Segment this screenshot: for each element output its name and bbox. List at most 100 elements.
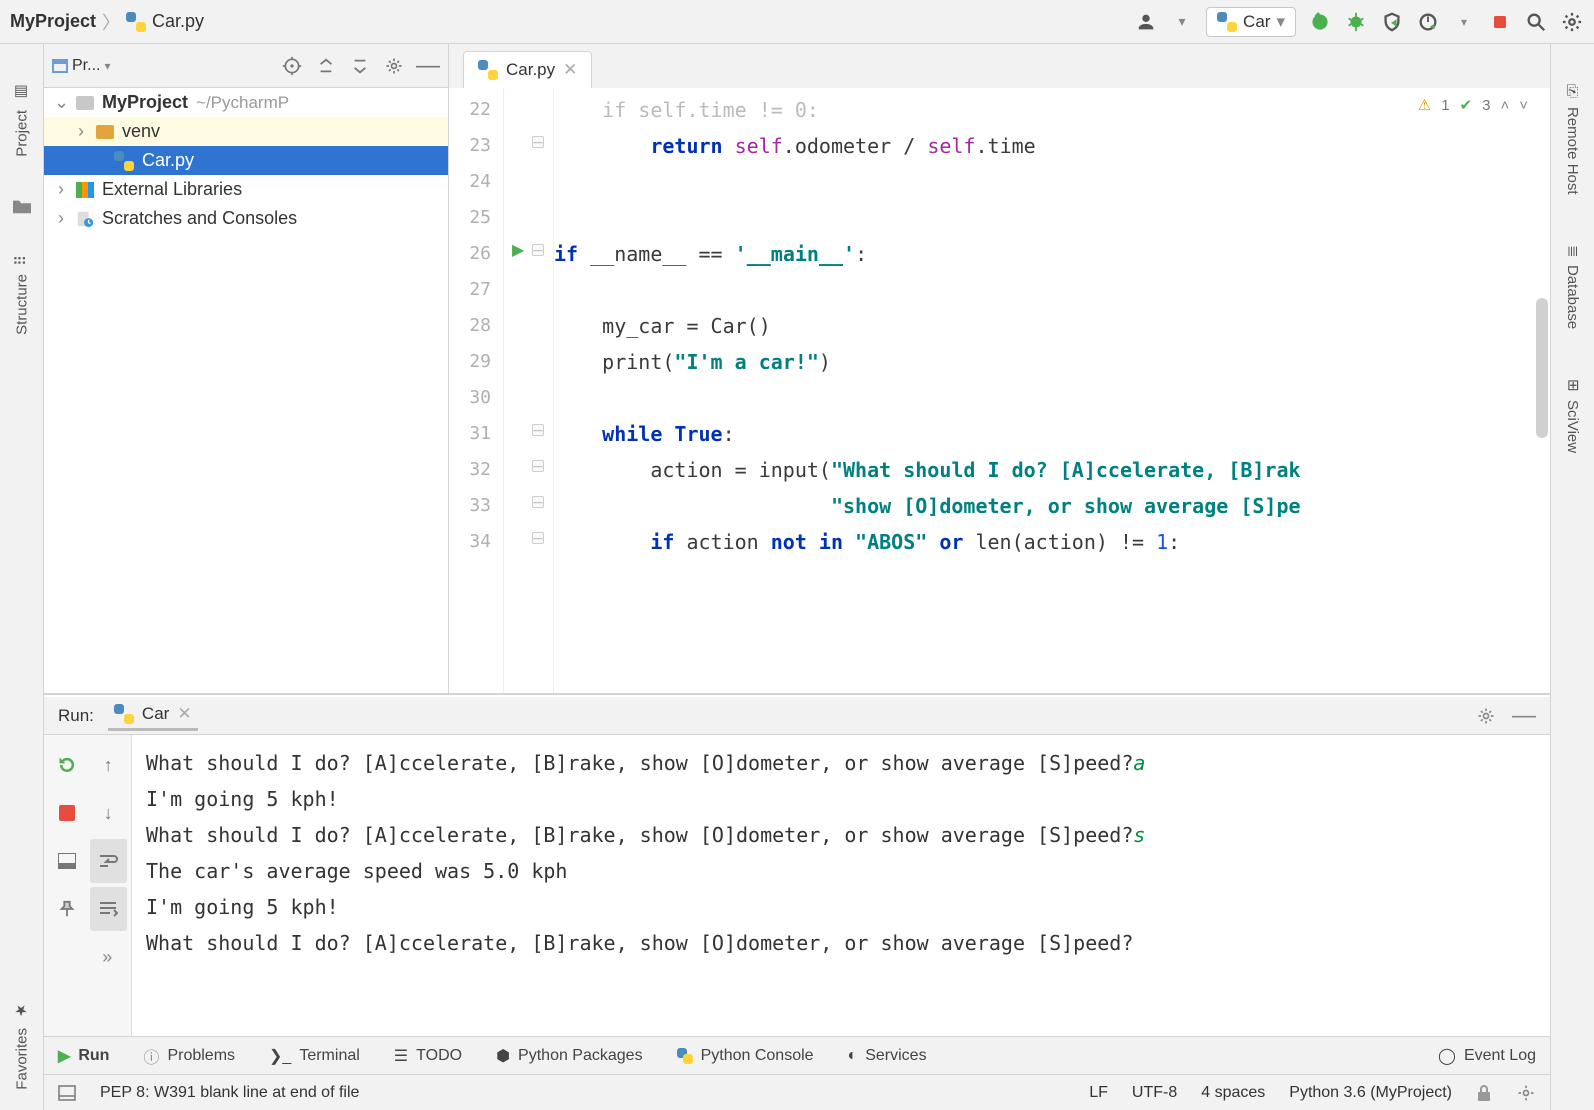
- console-tab-button[interactable]: Python Console: [677, 1047, 814, 1065]
- database-icon: ≣: [1564, 245, 1582, 258]
- python-icon: [114, 704, 134, 724]
- coverage-icon[interactable]: [1380, 10, 1404, 34]
- encoding[interactable]: UTF-8: [1132, 1084, 1177, 1102]
- fold-icon[interactable]: —: [532, 532, 544, 544]
- tree-external-libraries[interactable]: › External Libraries: [44, 175, 448, 204]
- database-tool-button[interactable]: ≣Database: [1564, 245, 1582, 330]
- user-icon[interactable]: [1134, 10, 1158, 34]
- bell-icon: ◯: [1438, 1046, 1456, 1066]
- package-icon: ⬢: [496, 1046, 510, 1066]
- locate-icon[interactable]: [280, 54, 304, 78]
- hide-icon[interactable]: —: [416, 54, 440, 78]
- code-content[interactable]: if self.time != 0: return self.odometer …: [554, 88, 1550, 693]
- status-message[interactable]: PEP 8: W391 blank line at end of file: [100, 1084, 1065, 1102]
- line-separator[interactable]: LF: [1089, 1084, 1108, 1102]
- right-stripe: ⎘Remote Host ≣Database ⊞SciView: [1550, 44, 1594, 1110]
- editor-tab-car[interactable]: Car.py ✕: [463, 51, 592, 88]
- project-view-selector[interactable]: Pr...▾: [52, 57, 270, 75]
- run-tab-button[interactable]: ▶Run: [58, 1046, 109, 1066]
- gear-icon[interactable]: [1474, 704, 1498, 728]
- fold-icon[interactable]: —: [532, 244, 544, 256]
- editor-area: Car.py ✕ 22232425262728293031323334 ▶ — …: [449, 44, 1550, 693]
- breadcrumb-project[interactable]: MyProject: [10, 11, 96, 32]
- scroll-to-end-icon[interactable]: [90, 887, 128, 931]
- fold-icon[interactable]: —: [532, 424, 544, 436]
- sciview-tool-button[interactable]: ⊞SciView: [1564, 379, 1582, 453]
- up-icon[interactable]: ↑: [90, 743, 128, 787]
- run-tab-car[interactable]: Car ✕: [108, 700, 198, 731]
- fold-gutter[interactable]: ▶ — — — — — —: [504, 88, 554, 693]
- chevron-down-icon[interactable]: ˅: [1519, 97, 1528, 114]
- structure-tool-button[interactable]: Structure ⠿: [13, 255, 31, 335]
- tree-venv[interactable]: › venv: [44, 117, 448, 146]
- layout-icon[interactable]: [48, 839, 86, 883]
- gear-icon[interactable]: [382, 54, 406, 78]
- run-icon[interactable]: [1308, 10, 1332, 34]
- run-output[interactable]: What should I do? [A]ccelerate, [B]rake,…: [132, 735, 1550, 1036]
- run-tool-window: Run: Car ✕ — ↑ ↓: [44, 694, 1550, 1036]
- breadcrumb[interactable]: MyProject 〉 Car.py: [10, 9, 1134, 35]
- sciview-icon: ⊞: [1564, 379, 1582, 392]
- chevron-right-icon[interactable]: ›: [54, 179, 68, 200]
- editor[interactable]: 22232425262728293031323334 ▶ — — — — — —…: [449, 88, 1550, 693]
- run-tool-label: Run:: [58, 706, 94, 726]
- chevron-right-icon[interactable]: ›: [54, 208, 68, 229]
- editor-tabs: Car.py ✕: [449, 44, 1550, 88]
- tree-scratches[interactable]: › Scratches and Consoles: [44, 204, 448, 233]
- profile-icon[interactable]: [1416, 10, 1440, 34]
- chevron-down-icon: ▾: [1276, 12, 1285, 32]
- fold-icon[interactable]: —: [532, 460, 544, 472]
- services-tab-button[interactable]: ◐Services: [848, 1047, 927, 1065]
- tree-file-car[interactable]: Car.py: [44, 146, 448, 175]
- close-icon[interactable]: ✕: [177, 704, 191, 724]
- rerun-icon[interactable]: [48, 743, 86, 787]
- stop-icon[interactable]: [48, 791, 86, 835]
- debug-icon[interactable]: [1344, 10, 1368, 34]
- search-icon[interactable]: [1524, 10, 1548, 34]
- packages-tab-button[interactable]: ⬢Python Packages: [496, 1046, 643, 1066]
- remote-host-tool-button[interactable]: ⎘Remote Host: [1564, 84, 1581, 195]
- scrollbar-thumb[interactable]: [1536, 298, 1548, 438]
- ide-gear-icon[interactable]: [1516, 1083, 1536, 1103]
- folder-stripe-icon[interactable]: [11, 197, 33, 215]
- terminal-tab-button[interactable]: ❯_Terminal: [269, 1046, 360, 1066]
- structure-icon: ⠿: [13, 255, 31, 266]
- indent[interactable]: 4 spaces: [1201, 1084, 1265, 1102]
- chevron-down-icon[interactable]: ▾: [1170, 10, 1194, 34]
- tree-root[interactable]: ⌄ MyProject ~/PycharmP: [44, 88, 448, 117]
- inspection-widget[interactable]: ⚠1 ✔3 ˄ ˅: [1414, 94, 1532, 116]
- stop-icon[interactable]: [1488, 10, 1512, 34]
- fold-icon[interactable]: —: [532, 136, 544, 148]
- todo-tab-button[interactable]: ☰TODO: [394, 1046, 462, 1066]
- python-icon: [677, 1048, 693, 1064]
- chevron-down-icon[interactable]: ⌄: [54, 92, 68, 113]
- project-tree[interactable]: ⌄ MyProject ~/PycharmP › venv Car: [44, 88, 448, 693]
- favorites-tool-button[interactable]: Favorites ★: [13, 1002, 31, 1090]
- concurrency-icon[interactable]: ▾: [1452, 10, 1476, 34]
- project-tool-button[interactable]: Project ▤: [13, 84, 31, 157]
- eventlog-tab-button[interactable]: ◯Event Log: [1438, 1046, 1536, 1066]
- line-number-gutter[interactable]: 22232425262728293031323334: [449, 88, 504, 693]
- expand-all-icon[interactable]: [314, 54, 338, 78]
- collapse-all-icon[interactable]: [348, 54, 372, 78]
- chevron-up-icon[interactable]: ˄: [1500, 97, 1509, 114]
- chevron-right-icon[interactable]: ›: [74, 121, 88, 142]
- breadcrumb-file[interactable]: Car.py: [152, 11, 204, 32]
- run-gutter-icon[interactable]: ▶: [512, 240, 524, 260]
- play-icon: ▶: [58, 1046, 70, 1066]
- close-icon[interactable]: ✕: [563, 60, 577, 80]
- soft-wrap-icon[interactable]: [90, 839, 128, 883]
- status-bar: PEP 8: W391 blank line at end of file LF…: [44, 1074, 1550, 1110]
- down-icon[interactable]: ↓: [90, 791, 128, 835]
- quickdoc-icon[interactable]: [58, 1085, 76, 1101]
- terminal-icon: ❯_: [269, 1046, 291, 1066]
- interpreter[interactable]: Python 3.6 (MyProject): [1289, 1084, 1452, 1102]
- fold-icon[interactable]: —: [532, 496, 544, 508]
- lock-icon[interactable]: [1476, 1084, 1492, 1102]
- hide-icon[interactable]: —: [1512, 704, 1536, 728]
- run-configuration-selector[interactable]: Car ▾: [1206, 7, 1296, 37]
- problems-tab-button[interactable]: ⓘProblems: [143, 1044, 235, 1068]
- more-icon[interactable]: »: [90, 935, 128, 979]
- gear-icon[interactable]: [1560, 10, 1584, 34]
- pin-icon[interactable]: [48, 887, 86, 931]
